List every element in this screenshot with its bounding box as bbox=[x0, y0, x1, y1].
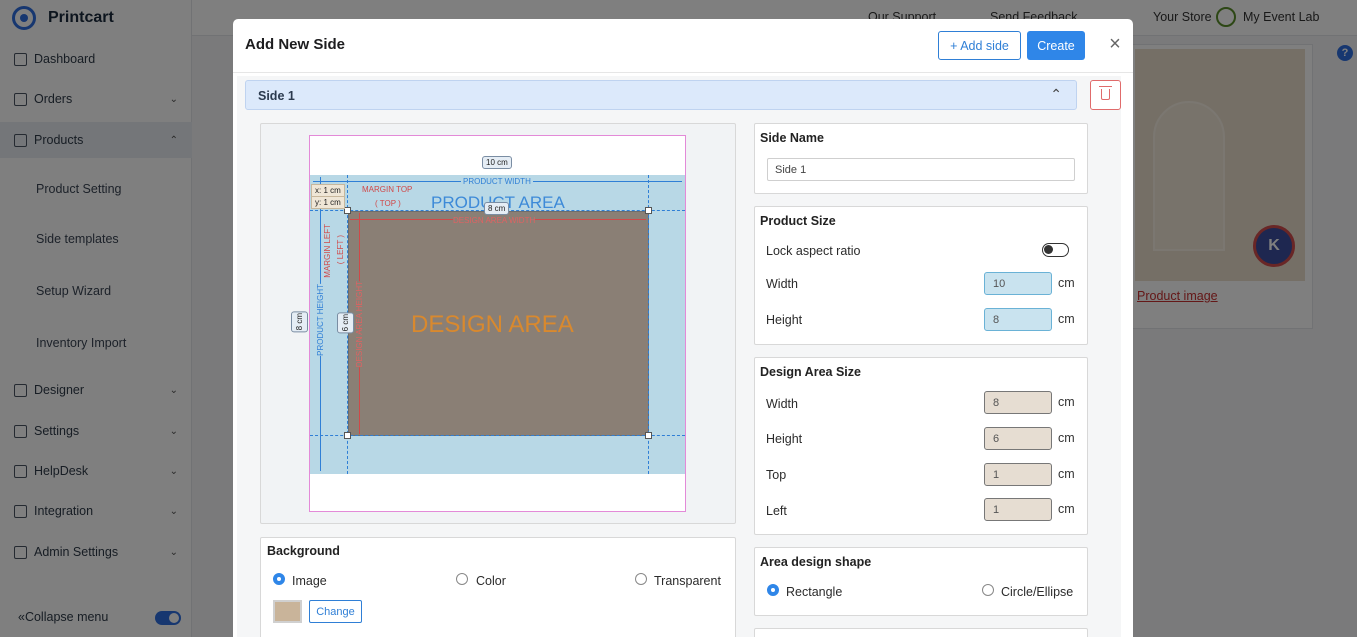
design-left-unit: cm bbox=[1058, 502, 1075, 516]
side-name-input[interactable] bbox=[767, 158, 1075, 181]
product-height-input[interactable] bbox=[984, 308, 1052, 331]
product-height-label-text: Height bbox=[766, 313, 803, 327]
product-width-label: PRODUCT WIDTH bbox=[461, 177, 533, 186]
design-top-unit: cm bbox=[1058, 467, 1075, 481]
modal-divider bbox=[233, 72, 1133, 73]
product-width-label-text: Width bbox=[766, 277, 798, 291]
guide-line-bottom bbox=[310, 435, 685, 436]
background-title: Background bbox=[267, 544, 340, 558]
margin-top-sub: ( TOP ) bbox=[375, 199, 401, 208]
design-height-input[interactable] bbox=[984, 427, 1052, 450]
product-height-label: PRODUCT HEIGHT bbox=[316, 284, 325, 356]
margin-left-label: MARGIN LEFT bbox=[323, 224, 332, 278]
resize-handle-top-left[interactable] bbox=[344, 207, 351, 214]
product-width-unit: cm bbox=[1058, 276, 1075, 290]
design-height-label: DESIGN AREA HEIGHT bbox=[355, 281, 364, 368]
next-settings-panel bbox=[754, 628, 1088, 637]
design-width-input[interactable] bbox=[984, 391, 1052, 414]
design-width-pill: 8 cm bbox=[484, 202, 510, 215]
shape-rectangle-label: Rectangle bbox=[786, 585, 843, 599]
product-height-unit: cm bbox=[1058, 312, 1075, 326]
trash-icon bbox=[1099, 86, 1112, 100]
chevron-up-icon: ⌃ bbox=[1050, 86, 1062, 102]
background-image-radio[interactable] bbox=[273, 573, 285, 585]
shape-rectangle-radio[interactable] bbox=[767, 584, 779, 596]
close-icon[interactable]: × bbox=[1105, 34, 1125, 55]
resize-handle-top-right[interactable] bbox=[645, 207, 652, 214]
change-background-button[interactable]: Change bbox=[309, 600, 362, 623]
design-area-label: DESIGN AREA bbox=[411, 311, 574, 338]
delete-side-button[interactable] bbox=[1090, 80, 1121, 110]
side-accordion-title: Side 1 bbox=[258, 89, 295, 103]
background-transparent-label: Transparent bbox=[654, 574, 721, 588]
background-color-label: Color bbox=[476, 574, 506, 588]
design-width-unit: cm bbox=[1058, 395, 1075, 409]
product-width-input[interactable] bbox=[984, 272, 1052, 295]
background-image-label: Image bbox=[292, 574, 327, 588]
resize-handle-bottom-left[interactable] bbox=[344, 432, 351, 439]
design-height-label-text: Height bbox=[766, 432, 803, 446]
area-shape-title: Area design shape bbox=[760, 555, 872, 569]
create-button[interactable]: Create bbox=[1027, 31, 1085, 60]
background-color-radio[interactable] bbox=[456, 573, 468, 585]
background-image-thumbnail[interactable] bbox=[273, 600, 302, 623]
design-width-label: DESIGN AREA WIDTH bbox=[453, 216, 536, 225]
add-new-side-modal: Add New Side + Add side Create × Side 1 … bbox=[233, 19, 1133, 637]
product-size-title: Product Size bbox=[760, 214, 836, 228]
add-side-button[interactable]: + Add side bbox=[938, 31, 1021, 60]
product-width-pill: 10 cm bbox=[482, 156, 512, 169]
margin-left-sub: ( LEFT ) bbox=[336, 235, 345, 265]
design-top-input[interactable] bbox=[984, 463, 1052, 486]
y-coordinate-label: y: 1 cm bbox=[311, 196, 345, 209]
resize-handle-bottom-right[interactable] bbox=[645, 432, 652, 439]
side-name-title: Side Name bbox=[760, 131, 824, 145]
guide-line-right bbox=[648, 175, 649, 474]
design-left-label-text: Left bbox=[766, 504, 787, 518]
shape-circle-label: Circle/Ellipse bbox=[1001, 585, 1074, 599]
shape-circle-radio[interactable] bbox=[982, 584, 994, 596]
side-accordion-header[interactable]: Side 1 ⌃ bbox=[245, 80, 1077, 110]
design-height-pill: 6 cm bbox=[337, 312, 354, 334]
lock-aspect-ratio-toggle[interactable] bbox=[1042, 243, 1069, 257]
lock-aspect-ratio-label: Lock aspect ratio bbox=[766, 244, 861, 258]
product-height-pill: 8 cm bbox=[291, 311, 308, 333]
design-height-unit: cm bbox=[1058, 431, 1075, 445]
modal-title: Add New Side bbox=[245, 36, 346, 53]
design-left-input[interactable] bbox=[984, 498, 1052, 521]
margin-top-label: MARGIN TOP bbox=[362, 185, 413, 194]
background-transparent-radio[interactable] bbox=[635, 573, 647, 585]
design-width-label-text: Width bbox=[766, 397, 798, 411]
design-area-size-title: Design Area Size bbox=[760, 365, 861, 379]
design-top-label-text: Top bbox=[766, 468, 787, 482]
